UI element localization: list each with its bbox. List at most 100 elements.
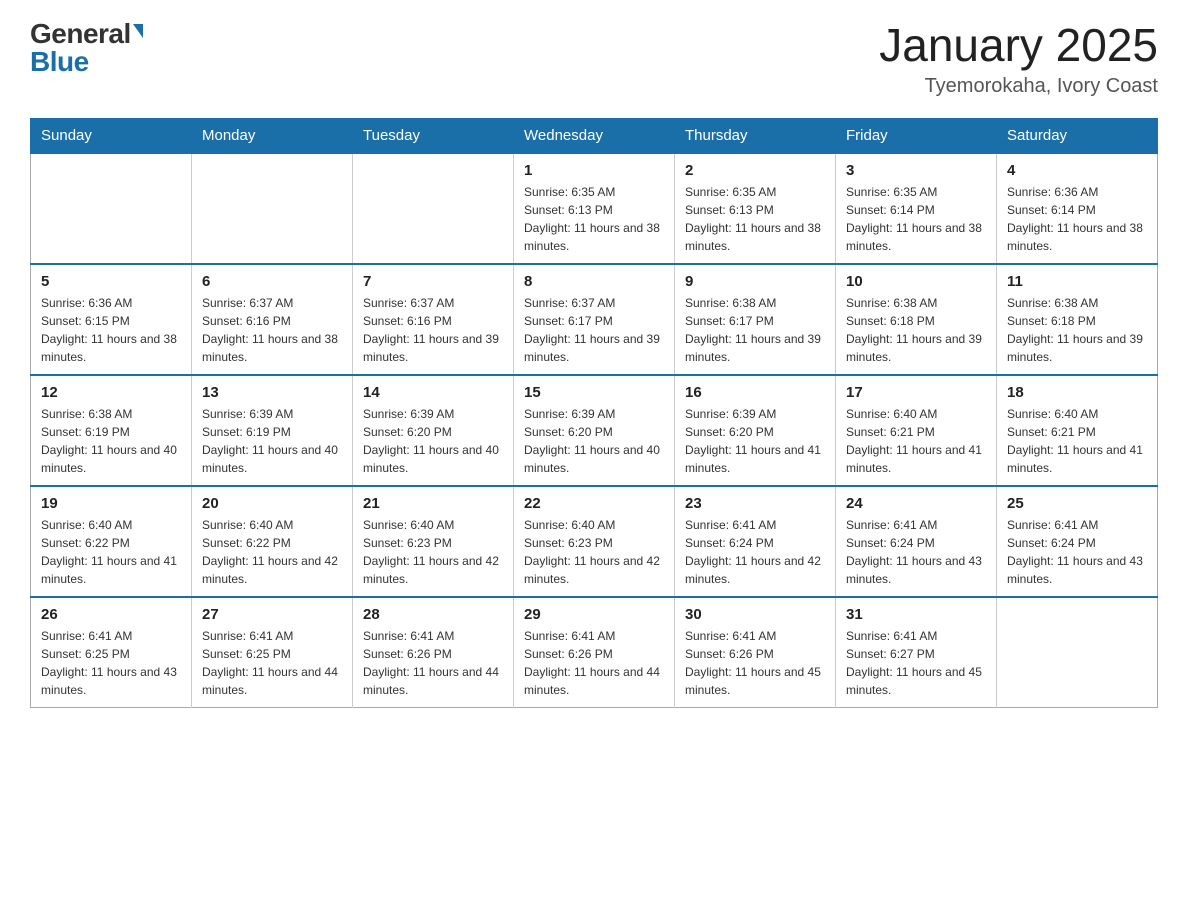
calendar-cell: 5 Sunrise: 6:36 AMSunset: 6:15 PMDaylight… — [31, 264, 192, 375]
day-info: Sunrise: 6:40 AMSunset: 6:21 PMDaylight:… — [1007, 405, 1147, 477]
day-info: Sunrise: 6:39 AMSunset: 6:20 PMDaylight:… — [685, 405, 825, 477]
day-info: Sunrise: 6:38 AMSunset: 6:18 PMDaylight:… — [846, 294, 986, 366]
day-info: Sunrise: 6:37 AMSunset: 6:16 PMDaylight:… — [202, 294, 342, 366]
day-number: 26 — [41, 606, 181, 623]
day-number: 5 — [41, 273, 181, 290]
day-number: 1 — [524, 162, 664, 179]
calendar-week-row: 19 Sunrise: 6:40 AMSunset: 6:22 PMDayligh… — [31, 486, 1158, 597]
day-info: Sunrise: 6:36 AMSunset: 6:14 PMDaylight:… — [1007, 183, 1147, 255]
day-number: 12 — [41, 384, 181, 401]
title-block: January 2025 Tyemorokaha, Ivory Coast — [879, 20, 1158, 98]
day-number: 4 — [1007, 162, 1147, 179]
day-number: 8 — [524, 273, 664, 290]
calendar-cell: 30 Sunrise: 6:41 AMSunset: 6:26 PMDayligh… — [675, 597, 836, 708]
day-info: Sunrise: 6:40 AMSunset: 6:22 PMDaylight:… — [41, 516, 181, 588]
calendar-week-row: 5 Sunrise: 6:36 AMSunset: 6:15 PMDaylight… — [31, 264, 1158, 375]
day-number: 19 — [41, 495, 181, 512]
calendar-cell: 31 Sunrise: 6:41 AMSunset: 6:27 PMDayligh… — [836, 597, 997, 708]
calendar-cell — [997, 597, 1158, 708]
calendar-cell: 7 Sunrise: 6:37 AMSunset: 6:16 PMDaylight… — [353, 264, 514, 375]
calendar-cell: 6 Sunrise: 6:37 AMSunset: 6:16 PMDaylight… — [192, 264, 353, 375]
day-number: 20 — [202, 495, 342, 512]
calendar-cell: 14 Sunrise: 6:39 AMSunset: 6:20 PMDayligh… — [353, 375, 514, 486]
day-number: 9 — [685, 273, 825, 290]
calendar-cell: 10Sunrise: 6:38 AMSunset: 6:18 PMDayligh… — [836, 264, 997, 375]
calendar-cell: 17Sunrise: 6:40 AMSunset: 6:21 PMDayligh… — [836, 375, 997, 486]
day-number: 3 — [846, 162, 986, 179]
calendar-cell: 29 Sunrise: 6:41 AMSunset: 6:26 PMDayligh… — [514, 597, 675, 708]
day-info: Sunrise: 6:40 AMSunset: 6:21 PMDaylight:… — [846, 405, 986, 477]
calendar-cell: 18 Sunrise: 6:40 AMSunset: 6:21 PMDayligh… — [997, 375, 1158, 486]
calendar-header-saturday: Saturday — [997, 118, 1158, 153]
day-number: 23 — [685, 495, 825, 512]
day-number: 14 — [363, 384, 503, 401]
day-number: 24 — [846, 495, 986, 512]
calendar-cell: 12 Sunrise: 6:38 AMSunset: 6:19 PMDayligh… — [31, 375, 192, 486]
day-number: 31 — [846, 606, 986, 623]
day-number: 27 — [202, 606, 342, 623]
page-title: January 2025 — [879, 20, 1158, 71]
day-info: Sunrise: 6:37 AMSunset: 6:16 PMDaylight:… — [363, 294, 503, 366]
calendar-cell — [353, 153, 514, 264]
calendar-week-row: 26 Sunrise: 6:41 AMSunset: 6:25 PMDayligh… — [31, 597, 1158, 708]
calendar-week-row: 1 Sunrise: 6:35 AMSunset: 6:13 PMDaylight… — [31, 153, 1158, 264]
day-number: 18 — [1007, 384, 1147, 401]
calendar-cell: 27 Sunrise: 6:41 AMSunset: 6:25 PMDayligh… — [192, 597, 353, 708]
day-number: 7 — [363, 273, 503, 290]
calendar-cell: 19 Sunrise: 6:40 AMSunset: 6:22 PMDayligh… — [31, 486, 192, 597]
calendar-cell: 2Sunrise: 6:35 AMSunset: 6:13 PMDaylight… — [675, 153, 836, 264]
page-header: General Blue January 2025 Tyemorokaha, I… — [30, 20, 1158, 98]
day-info: Sunrise: 6:41 AMSunset: 6:25 PMDaylight:… — [202, 627, 342, 699]
day-info: Sunrise: 6:38 AMSunset: 6:19 PMDaylight:… — [41, 405, 181, 477]
calendar-table: SundayMondayTuesdayWednesdayThursdayFrid… — [30, 118, 1158, 708]
day-info: Sunrise: 6:41 AMSunset: 6:26 PMDaylight:… — [524, 627, 664, 699]
calendar-cell: 1 Sunrise: 6:35 AMSunset: 6:13 PMDaylight… — [514, 153, 675, 264]
day-info: Sunrise: 6:41 AMSunset: 6:24 PMDaylight:… — [685, 516, 825, 588]
day-number: 16 — [685, 384, 825, 401]
day-info: Sunrise: 6:37 AMSunset: 6:17 PMDaylight:… — [524, 294, 664, 366]
calendar-header-friday: Friday — [836, 118, 997, 153]
calendar-header-monday: Monday — [192, 118, 353, 153]
day-info: Sunrise: 6:40 AMSunset: 6:23 PMDaylight:… — [363, 516, 503, 588]
day-number: 6 — [202, 273, 342, 290]
calendar-header-thursday: Thursday — [675, 118, 836, 153]
calendar-cell: 8 Sunrise: 6:37 AMSunset: 6:17 PMDaylight… — [514, 264, 675, 375]
calendar-cell: 4 Sunrise: 6:36 AMSunset: 6:14 PMDaylight… — [997, 153, 1158, 264]
day-number: 13 — [202, 384, 342, 401]
calendar-header-tuesday: Tuesday — [353, 118, 514, 153]
day-number: 11 — [1007, 273, 1147, 290]
day-info: Sunrise: 6:38 AMSunset: 6:18 PMDaylight:… — [1007, 294, 1147, 366]
calendar-cell: 23 Sunrise: 6:41 AMSunset: 6:24 PMDayligh… — [675, 486, 836, 597]
day-number: 30 — [685, 606, 825, 623]
calendar-cell — [31, 153, 192, 264]
calendar-header-row: SundayMondayTuesdayWednesdayThursdayFrid… — [31, 118, 1158, 153]
calendar-cell: 16 Sunrise: 6:39 AMSunset: 6:20 PMDayligh… — [675, 375, 836, 486]
day-info: Sunrise: 6:41 AMSunset: 6:26 PMDaylight:… — [363, 627, 503, 699]
day-info: Sunrise: 6:40 AMSunset: 6:22 PMDaylight:… — [202, 516, 342, 588]
day-info: Sunrise: 6:36 AMSunset: 6:15 PMDaylight:… — [41, 294, 181, 366]
calendar-cell: 13 Sunrise: 6:39 AMSunset: 6:19 PMDayligh… — [192, 375, 353, 486]
day-number: 22 — [524, 495, 664, 512]
day-info: Sunrise: 6:41 AMSunset: 6:25 PMDaylight:… — [41, 627, 181, 699]
day-info: Sunrise: 6:35 AMSunset: 6:14 PMDaylight:… — [846, 183, 986, 255]
calendar-cell: 20 Sunrise: 6:40 AMSunset: 6:22 PMDayligh… — [192, 486, 353, 597]
day-info: Sunrise: 6:35 AMSunset: 6:13 PMDaylight:… — [524, 183, 664, 255]
logo: General Blue — [30, 20, 143, 76]
page-subtitle: Tyemorokaha, Ivory Coast — [879, 75, 1158, 98]
day-info: Sunrise: 6:39 AMSunset: 6:20 PMDaylight:… — [363, 405, 503, 477]
day-info: Sunrise: 6:39 AMSunset: 6:19 PMDaylight:… — [202, 405, 342, 477]
day-info: Sunrise: 6:41 AMSunset: 6:24 PMDaylight:… — [1007, 516, 1147, 588]
calendar-cell: 28Sunrise: 6:41 AMSunset: 6:26 PMDayligh… — [353, 597, 514, 708]
calendar-header-wednesday: Wednesday — [514, 118, 675, 153]
calendar-cell: 15Sunrise: 6:39 AMSunset: 6:20 PMDayligh… — [514, 375, 675, 486]
day-info: Sunrise: 6:35 AMSunset: 6:13 PMDaylight:… — [685, 183, 825, 255]
day-number: 29 — [524, 606, 664, 623]
day-info: Sunrise: 6:41 AMSunset: 6:27 PMDaylight:… — [846, 627, 986, 699]
calendar-week-row: 12 Sunrise: 6:38 AMSunset: 6:19 PMDayligh… — [31, 375, 1158, 486]
calendar-cell — [192, 153, 353, 264]
day-number: 21 — [363, 495, 503, 512]
logo-triangle-icon — [133, 24, 143, 38]
day-info: Sunrise: 6:41 AMSunset: 6:26 PMDaylight:… — [685, 627, 825, 699]
calendar-cell: 3 Sunrise: 6:35 AMSunset: 6:14 PMDaylight… — [836, 153, 997, 264]
calendar-cell: 9Sunrise: 6:38 AMSunset: 6:17 PMDaylight… — [675, 264, 836, 375]
